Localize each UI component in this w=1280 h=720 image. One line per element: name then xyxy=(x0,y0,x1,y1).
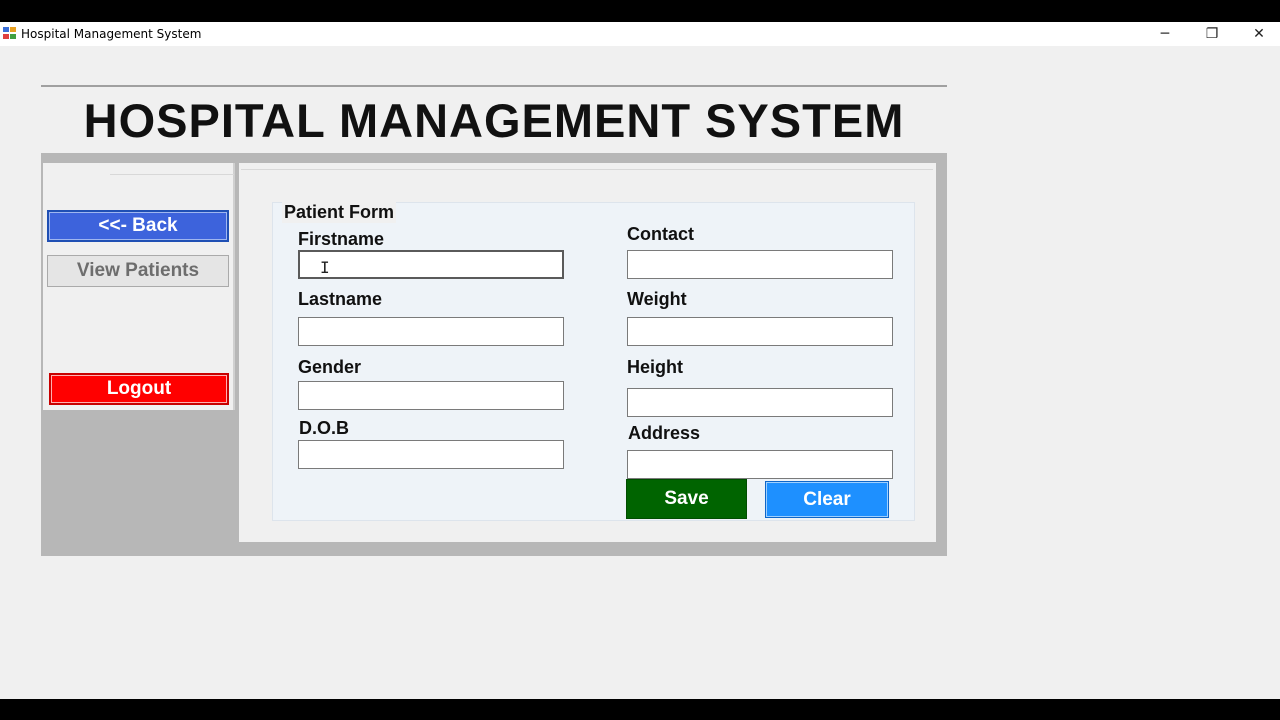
app-window: Hospital Management System ─ ❐ ✕ HOSPITA… xyxy=(0,22,1280,699)
weight-label: Weight xyxy=(627,289,687,309)
save-button[interactable]: Save xyxy=(626,479,747,519)
sidebar-divider xyxy=(110,174,234,175)
logout-button[interactable]: Logout xyxy=(49,373,229,405)
minimize-icon: ─ xyxy=(1160,26,1170,42)
lastname-field[interactable] xyxy=(298,317,564,346)
content-divider xyxy=(241,169,933,170)
contact-field[interactable] xyxy=(627,250,893,279)
gender-field[interactable] xyxy=(298,381,564,410)
window-title: Hospital Management System xyxy=(21,27,202,41)
i-beam-cursor-icon: I xyxy=(320,258,330,277)
address-field[interactable] xyxy=(627,450,893,479)
address-label: Address xyxy=(628,423,701,443)
lastname-label: Lastname xyxy=(298,289,383,309)
header-divider xyxy=(41,85,947,87)
firstname-field[interactable] xyxy=(298,250,564,279)
clear-button[interactable]: Clear xyxy=(765,481,889,518)
minimize-button[interactable]: ─ xyxy=(1142,22,1188,46)
close-icon: ✕ xyxy=(1253,26,1265,42)
height-field[interactable] xyxy=(627,388,893,417)
gender-label: Gender xyxy=(298,357,362,377)
page-title: HOSPITAL MANAGEMENT SYSTEM xyxy=(83,94,905,147)
dob-label: D.O.B xyxy=(299,418,350,438)
view-patients-button[interactable]: View Patients xyxy=(47,255,229,287)
dob-field[interactable] xyxy=(298,440,564,469)
contact-label: Contact xyxy=(627,224,694,244)
title-bar: Hospital Management System ─ ❐ ✕ xyxy=(0,22,1280,46)
back-button[interactable]: <<- Back xyxy=(47,210,229,242)
firstname-label: Firstname xyxy=(298,229,385,249)
restore-icon: ❐ xyxy=(1205,26,1219,42)
patient-form-title: Patient Form xyxy=(282,202,397,223)
close-button[interactable]: ✕ xyxy=(1236,22,1280,46)
restore-button[interactable]: ❐ xyxy=(1189,22,1235,46)
app-window-icon xyxy=(3,27,17,40)
height-label: Height xyxy=(627,357,683,377)
weight-field[interactable] xyxy=(627,317,893,346)
